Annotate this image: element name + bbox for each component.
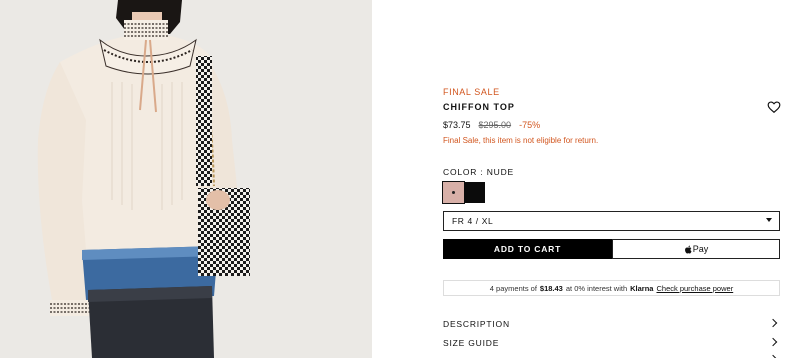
heart-icon[interactable] [767, 100, 781, 114]
accordion-size-guide[interactable]: SIZE GUIDE [443, 336, 780, 350]
price-original: $295.00 [478, 120, 512, 130]
klarna-middle: at 0% interest with [565, 283, 628, 293]
accordion-description[interactable]: DESCRIPTION [443, 317, 780, 331]
product-details: FINAL SALE CHIFFON TOP $73.75 $295.00 -7… [442, 0, 781, 358]
apple-pay-label: Pay [692, 244, 709, 254]
selected-dot [452, 191, 455, 194]
size-select[interactable]: FR 4 / XL [443, 211, 780, 231]
final-sale-tag: FINAL SALE [443, 87, 500, 97]
color-swatches [442, 181, 485, 204]
accordion-description-label: DESCRIPTION [443, 319, 510, 329]
swatch-nude[interactable] [442, 181, 465, 204]
klarna-prefix: 4 payments of [489, 283, 537, 293]
price-discount: -75% [519, 120, 541, 130]
return-notice: Final Sale, this item is not eligible fo… [443, 136, 599, 145]
price-row: $73.75 $295.00 -75% [443, 120, 540, 130]
apple-icon [684, 245, 692, 254]
price-current: $73.75 [443, 120, 471, 130]
chevron-right-icon [768, 337, 778, 347]
size-selected-value: FR 4 / XL [452, 216, 494, 226]
model-photo [0, 0, 372, 358]
klarna-logo: Klarna [630, 283, 654, 293]
klarna-amount: $18.43 [539, 283, 563, 293]
add-to-cart-button[interactable]: ADD TO CART [443, 239, 612, 259]
heart-icon-svg [767, 101, 781, 114]
accordion-size-guide-label: SIZE GUIDE [443, 338, 500, 348]
apple-pay-button[interactable]: Pay [612, 239, 780, 259]
accordion-next[interactable] [443, 353, 780, 358]
color-label: COLOR : NUDE [443, 167, 514, 177]
swatch-black[interactable] [464, 182, 485, 203]
caret-down-icon [766, 218, 772, 222]
chevron-right-icon [768, 318, 778, 328]
product-image[interactable] [0, 0, 372, 358]
klarna-purchase-power-link[interactable]: Check purchase power [656, 284, 733, 293]
klarna-banner: 4 payments of $18.43 at 0% interest with… [443, 280, 780, 296]
product-title: CHIFFON TOP [443, 102, 515, 112]
